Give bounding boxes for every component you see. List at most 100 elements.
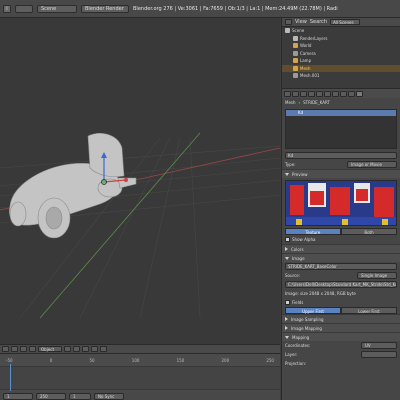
outliner-search-menu[interactable]: Search: [310, 19, 327, 25]
outliner-item[interactable]: RenderLayers: [282, 35, 400, 43]
select-menu[interactable]: [20, 346, 27, 352]
playhead[interactable]: [10, 364, 11, 392]
texture-tab-icon[interactable]: [356, 90, 363, 97]
material-tab-icon[interactable]: [348, 90, 355, 97]
render-layers-tab-icon[interactable]: [292, 90, 299, 97]
ruler-tick: 200: [221, 358, 230, 363]
texture-name-field[interactable]: Kd: [285, 152, 397, 159]
object-tab-icon[interactable]: [316, 90, 323, 97]
shading-button[interactable]: [64, 346, 71, 352]
mapping-panel-header[interactable]: Mapping: [282, 332, 400, 341]
outliner-item-icon: [285, 28, 290, 34]
collapsed-icon: [285, 247, 288, 251]
properties-editor[interactable]: Mesh › STRIDE_KART Kd Kd Type: Image or …: [281, 88, 400, 400]
fields-checkbox[interactable]: [285, 300, 290, 305]
image-name-row: STRIDE_KART_BaseColor: [282, 262, 400, 271]
properties-context-tabs: [282, 89, 400, 98]
colors-label: Colors: [291, 246, 304, 252]
outliner-item[interactable]: Scene: [282, 27, 400, 35]
texture-preview-image: [286, 181, 396, 225]
snap-button[interactable]: [100, 346, 107, 352]
outliner-item-icon: [293, 43, 298, 49]
type-label: Type:: [285, 162, 296, 167]
texture-type-dropdown[interactable]: Image or Movie: [347, 161, 397, 168]
ruler-tick: 50: [89, 358, 95, 363]
pivot-button[interactable]: [73, 346, 80, 352]
lower-first-toggle[interactable]: Lower First: [341, 307, 397, 314]
view-menu[interactable]: [11, 346, 18, 352]
source-dropdown[interactable]: Single Image: [357, 272, 397, 279]
texture-preview: [285, 180, 397, 226]
expanded-icon: [285, 256, 289, 260]
outliner-item[interactable]: Mesh.001: [282, 72, 400, 80]
layers-button[interactable]: [91, 346, 98, 352]
outliner-item[interactable]: Camera: [282, 50, 400, 58]
image-label: Image: [292, 255, 305, 261]
outliner-item-label: Mesh: [300, 65, 311, 71]
upper-first-toggle[interactable]: Upper First: [285, 307, 341, 314]
outliner-editor-type[interactable]: [285, 19, 292, 25]
outliner-item[interactable]: World: [282, 42, 400, 50]
preview-label: Preview: [292, 171, 308, 177]
texture-slot[interactable]: Kd: [286, 110, 396, 116]
mapping-label: Mapping: [292, 334, 310, 340]
editor-type-button[interactable]: [2, 346, 9, 352]
image-sampling-panel-header[interactable]: Image Sampling: [282, 314, 400, 323]
outliner-item-label: World: [300, 43, 312, 49]
timeline-ruler: -50 0 50 100 150 200 250: [0, 358, 280, 364]
ruler-tick: 250: [266, 358, 274, 363]
uv-layer-field[interactable]: [361, 351, 397, 358]
coordinates-dropdown[interactable]: UV: [361, 342, 397, 349]
tab-texture[interactable]: Texture: [285, 228, 341, 235]
render-tab-icon[interactable]: [284, 90, 291, 97]
image-filepath-field[interactable]: C:\Users\Dell\Desktop\Standard Kart_MK_S…: [285, 281, 397, 288]
timeline-track[interactable]: [0, 366, 280, 390]
outliner-item[interactable]: Lamp: [282, 57, 400, 65]
end-frame-field[interactable]: 250: [36, 392, 66, 400]
layout-selector[interactable]: Scene: [37, 4, 77, 13]
timeline-editor[interactable]: -50 0 50 100 150 200 250 1 250 1 No Sync: [0, 353, 280, 400]
colors-panel-header[interactable]: Colors: [282, 244, 400, 253]
start-frame-field[interactable]: 1: [3, 392, 33, 400]
outliner-item-icon: [293, 65, 298, 71]
fields-label: Fields: [292, 300, 304, 305]
ruler-tick: 0: [49, 358, 53, 363]
data-tab-icon[interactable]: [340, 90, 347, 97]
outliner-item-icon: [293, 73, 298, 79]
breadcrumb-separator: ›: [298, 100, 301, 105]
menu-button[interactable]: [15, 4, 33, 13]
render-engine-selector[interactable]: Blender Render: [81, 4, 129, 13]
breadcrumb-item[interactable]: Mesh: [285, 100, 296, 105]
image-name-field[interactable]: STRIDE_KART_BaseColor: [285, 263, 397, 270]
current-frame-field[interactable]: 1: [69, 392, 91, 400]
projection-label: Projection:: [285, 361, 307, 366]
tab-both[interactable]: Both: [341, 228, 397, 235]
modifiers-tab-icon[interactable]: [332, 90, 339, 97]
info-editor-icon[interactable]: i: [3, 4, 11, 13]
breadcrumb-item[interactable]: STRIDE_KART: [303, 100, 330, 105]
info-header: i Scene Blender Render Blender.org 276 |…: [0, 0, 400, 18]
outliner-filter-selector[interactable]: All Scenes: [330, 19, 361, 25]
outliner-item-icon: [293, 35, 298, 41]
show-alpha-row: Show Alpha: [282, 235, 400, 244]
image-mapping-panel-header[interactable]: Image Mapping: [282, 323, 400, 332]
outliner[interactable]: View Search All Scenes Scene RenderLayers…: [281, 18, 400, 88]
manipulator-button[interactable]: [82, 346, 89, 352]
sync-selector[interactable]: No Sync: [94, 392, 124, 400]
constraints-tab-icon[interactable]: [324, 90, 331, 97]
world-tab-icon[interactable]: [308, 90, 315, 97]
show-alpha-checkbox[interactable]: [285, 237, 290, 242]
3d-viewport[interactable]: [0, 18, 280, 344]
image-info-text: Image: size 2048 x 2048, RGB byte: [285, 291, 356, 296]
outliner-item-label: Lamp: [300, 58, 312, 64]
scene-tab-icon[interactable]: [300, 90, 307, 97]
mode-selector[interactable]: Object: [38, 346, 62, 352]
viewport-scene: [0, 132, 280, 319]
filepath-row: C:\Users\Dell\Desktop\Standard Kart_MK_S…: [282, 280, 400, 289]
outliner-item[interactable]: Mesh: [282, 64, 400, 72]
image-panel-header[interactable]: Image: [282, 253, 400, 262]
add-menu[interactable]: [29, 346, 36, 352]
texture-slot-list[interactable]: Kd: [285, 109, 397, 149]
outliner-view-menu[interactable]: View: [295, 19, 307, 25]
preview-panel-header[interactable]: Preview: [282, 169, 400, 178]
